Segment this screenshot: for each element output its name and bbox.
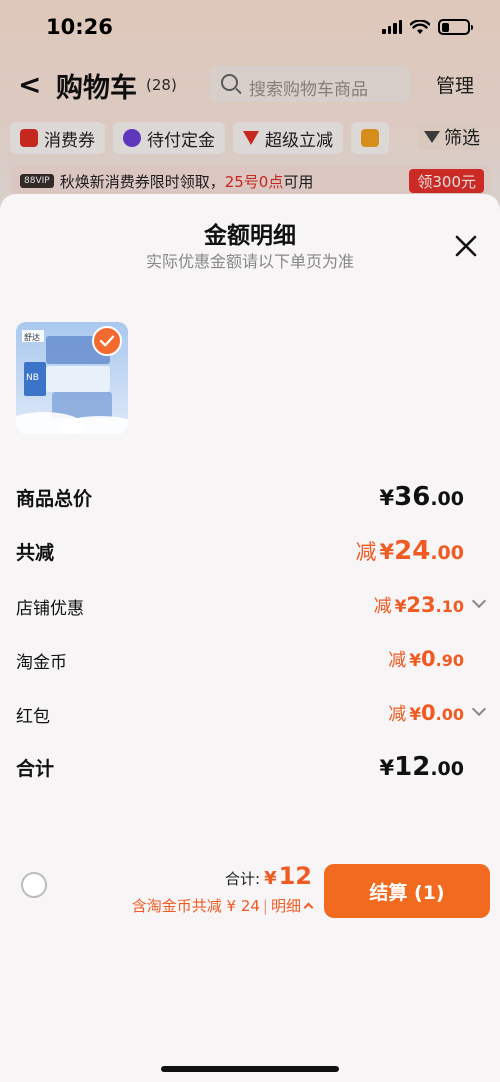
currency: ¥ <box>394 597 407 617</box>
chevron-down-icon[interactable] <box>471 593 487 609</box>
total-currency: ¥ <box>264 868 277 889</box>
amount-integer: 0 <box>421 647 436 671</box>
row-label: 合计 <box>16 758 55 780</box>
amount-integer: 23 <box>406 593 436 617</box>
total-value: 12 <box>278 862 312 890</box>
row-value: 减 ¥ 0 .00 <box>388 700 464 726</box>
minus-prefix: 减 <box>388 650 407 671</box>
row-tao-coin: 淘金币 减 ¥ 0 .90 <box>0 640 500 680</box>
amount-integer: 0 <box>421 701 436 725</box>
amount-decimal: .90 <box>435 651 464 670</box>
amount-integer: 36 <box>394 482 431 512</box>
amount-decimal: .00 <box>430 488 464 510</box>
row-total-price: 商品总价 ¥ 36 .00 <box>0 476 500 516</box>
row-shop-discount[interactable]: 店铺优惠 减 ¥ 23 .10 <box>0 586 500 626</box>
amount-decimal: .00 <box>430 758 464 780</box>
selected-check-icon[interactable] <box>92 326 122 356</box>
checkout-button[interactable]: 结算 (1) <box>324 864 490 918</box>
close-icon[interactable] <box>454 234 478 258</box>
product-brand: 舒达 <box>24 332 40 342</box>
home-indicator <box>161 1066 339 1072</box>
amount-integer: 12 <box>394 752 431 782</box>
row-value: 减 ¥ 23 .10 <box>374 592 464 618</box>
row-red-packet[interactable]: 红包 减 ¥ 0 .00 <box>0 694 500 734</box>
minus-prefix: 减 <box>388 704 407 725</box>
row-value: ¥ 36 .00 <box>380 482 464 512</box>
row-grand-total: 合计 ¥ 12 .00 <box>0 746 500 786</box>
row-label: 共减 <box>16 542 55 564</box>
minus-prefix: 减 <box>373 596 392 617</box>
total-label: 合计: <box>225 870 261 888</box>
amount-decimal: .10 <box>435 597 464 616</box>
currency: ¥ <box>409 705 422 725</box>
currency: ¥ <box>379 756 395 780</box>
minus-prefix: 减 <box>355 540 377 564</box>
row-label: 店铺优惠 <box>16 599 84 619</box>
currency: ¥ <box>409 651 422 671</box>
divider: | <box>262 896 268 915</box>
amount-decimal: .00 <box>435 705 464 724</box>
amount-decimal: .00 <box>430 542 464 564</box>
chevron-down-icon[interactable] <box>471 701 487 717</box>
row-value: ¥ 12 .00 <box>380 752 464 782</box>
checkout-total: 合计: ¥ 12 <box>225 862 312 890</box>
detail-link[interactable]: 明细 <box>271 895 301 916</box>
row-total-discount: 共减 减 ¥ 24 .00 <box>0 530 500 570</box>
currency: ¥ <box>379 486 395 510</box>
currency: ¥ <box>379 540 395 564</box>
coin-discount-text: 含淘金币共减 ¥ 24 <box>131 897 260 915</box>
product-size-badge: NB <box>26 373 39 383</box>
row-value: 减 ¥ 24 .00 <box>356 536 464 566</box>
select-all-radio[interactable] <box>21 872 47 898</box>
discount-summary[interactable]: 含淘金币共减 ¥ 24 | 明细 <box>131 895 314 916</box>
chevron-up-icon[interactable] <box>303 902 314 913</box>
row-label: 红包 <box>16 707 50 727</box>
row-value: 减 ¥ 0 .90 <box>388 646 464 672</box>
amount-integer: 24 <box>394 536 431 566</box>
sheet-subtitle: 实际优惠金额请以下单页为准 <box>145 252 354 271</box>
amount-detail-sheet: 金额明细 实际优惠金额请以下单页为准 舒达 NB 商品总价 ¥ 36 .00 共… <box>0 194 500 1082</box>
row-label: 商品总价 <box>16 488 93 510</box>
row-label: 淘金币 <box>16 653 67 673</box>
sheet-title: 金额明细 <box>204 223 296 249</box>
